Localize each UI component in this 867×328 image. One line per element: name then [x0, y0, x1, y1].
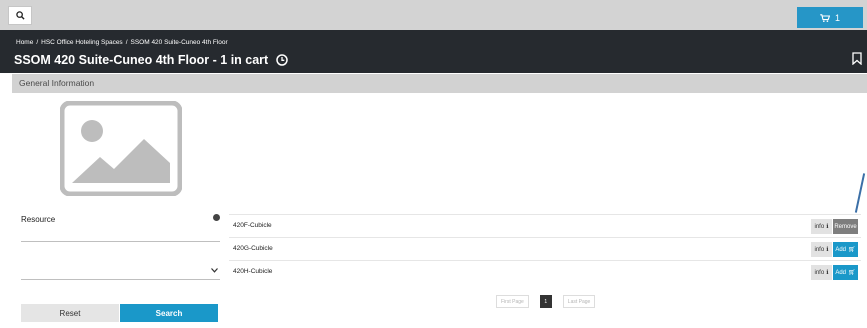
- page-title: SSOM 420 Suite-Cuneo 4th Floor - 1 in ca…: [14, 53, 269, 67]
- remove-button[interactable]: Remove: [833, 219, 858, 234]
- scroll-indicator: [854, 173, 866, 213]
- info-button[interactable]: info ℹ: [811, 265, 832, 280]
- list-item: 420G-Cubicle info ℹ Add 🛒︎: [229, 237, 861, 260]
- pagination: First Page 1 Last Page: [496, 295, 596, 308]
- add-button[interactable]: Add 🛒︎: [833, 265, 858, 280]
- first-page-button[interactable]: First Page: [496, 295, 529, 308]
- reset-button[interactable]: Reset: [21, 304, 119, 322]
- section-title: General Information: [19, 78, 95, 88]
- breadcrumb-current: SSOM 420 Suite-Cuneo 4th Floor: [130, 39, 228, 46]
- resource-input[interactable]: [21, 227, 220, 242]
- page-header: Home / HSC Office Hoteling Spaces / SSOM…: [0, 30, 867, 73]
- search-submit-button[interactable]: Search: [120, 304, 218, 322]
- top-bar: 1: [0, 0, 867, 30]
- breadcrumb: Home / HSC Office Hoteling Spaces / SSOM…: [16, 39, 228, 46]
- info-button[interactable]: info ℹ: [811, 219, 832, 234]
- cart-icon: 🛒︎: [848, 247, 856, 253]
- pagination-spacer: [532, 295, 537, 308]
- last-page-button[interactable]: Last Page: [562, 295, 596, 308]
- resource-list: 420F-Cubicle info ℹ Remove 420G-Cubicle i…: [229, 214, 861, 283]
- chevron-down-icon[interactable]: [211, 268, 218, 273]
- current-page[interactable]: 1: [539, 295, 552, 308]
- search-icon: [15, 11, 25, 20]
- search-button[interactable]: [8, 6, 32, 25]
- resource-name: 420G-Cubicle: [233, 245, 273, 252]
- breadcrumb-separator: /: [125, 39, 128, 46]
- clear-resource-icon[interactable]: [213, 214, 220, 221]
- list-item: 420H-Cubicle info ℹ Add 🛒︎: [229, 260, 861, 283]
- info-icon: ℹ: [826, 270, 829, 276]
- cart-button[interactable]: 1: [797, 7, 863, 28]
- page: 1 Home / HSC Office Hoteling Spaces / SS…: [0, 0, 867, 328]
- info-button[interactable]: info ℹ: [811, 242, 832, 257]
- info-icon: ℹ: [826, 247, 829, 253]
- bookmark-icon[interactable]: [852, 52, 862, 65]
- resource-name: 420H-Cubicle: [233, 268, 273, 275]
- add-button[interactable]: Add 🛒︎: [833, 242, 858, 257]
- title-row: SSOM 420 Suite-Cuneo 4th Floor - 1 in ca…: [14, 53, 288, 67]
- cart-icon: 🛒︎: [848, 270, 856, 276]
- clock-icon[interactable]: [276, 54, 288, 66]
- pagination-spacer: [555, 295, 560, 308]
- info-icon: ℹ: [826, 224, 829, 230]
- general-information-bar: General Information: [12, 74, 867, 93]
- cart-icon: [820, 13, 830, 22]
- resource-name: 420F-Cubicle: [233, 222, 272, 229]
- breadcrumb-separator: /: [36, 39, 39, 46]
- breadcrumb-hoteling-spaces[interactable]: HSC Office Hoteling Spaces: [41, 39, 123, 46]
- cart-count: 1: [834, 12, 840, 23]
- resource-label: Resource: [21, 215, 56, 224]
- breadcrumb-home[interactable]: Home: [16, 39, 33, 46]
- resource-select[interactable]: [21, 265, 220, 280]
- image-placeholder-icon: [60, 101, 182, 196]
- list-item: 420F-Cubicle info ℹ Remove: [229, 214, 861, 237]
